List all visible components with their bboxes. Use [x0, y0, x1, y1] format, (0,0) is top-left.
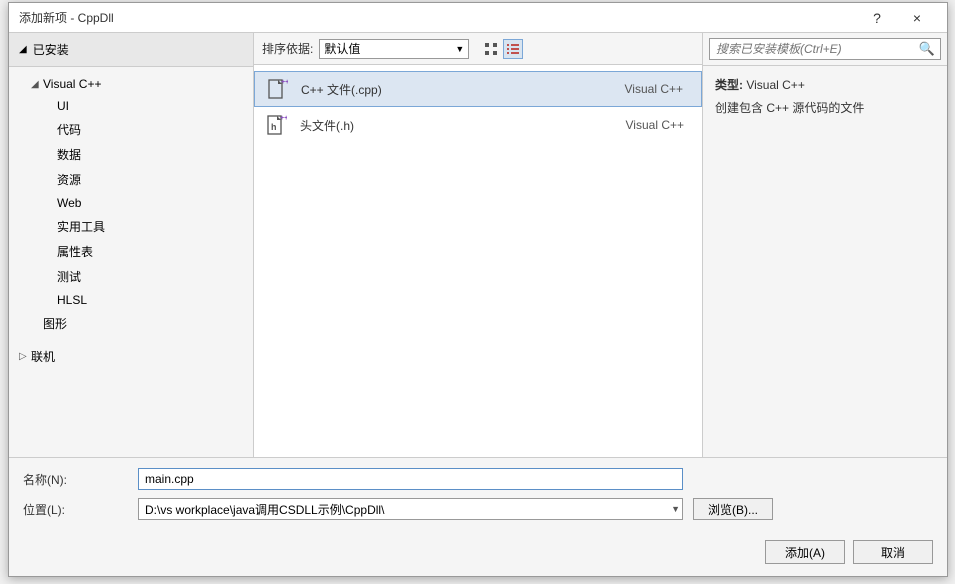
chevron-down-icon: ◢	[31, 79, 43, 90]
tree-item-utilities[interactable]: 实用工具	[9, 214, 253, 239]
info-type-row: 类型: Visual C++	[715, 76, 935, 93]
search-icon[interactable]: 🔍	[919, 41, 935, 57]
tree-item-data[interactable]: 数据	[9, 142, 253, 167]
name-label: 名称(N):	[23, 471, 138, 488]
type-label: 类型:	[715, 78, 743, 92]
tree-item-graphics[interactable]: 图形	[9, 311, 253, 336]
tree-label: 测试	[57, 268, 81, 285]
category-tree: ◢ Visual C++ UI 代码 数据 资源 Web 实用工具 属性表 测试…	[9, 67, 253, 375]
dialog-footer: 添加(A) 取消	[9, 532, 947, 576]
main-area: ◢ 已安装 ◢ Visual C++ UI 代码 数据 资源 Web 实用工具 …	[9, 33, 947, 458]
tree-item-resource[interactable]: 资源	[9, 167, 253, 192]
chevron-down-icon: ◢	[19, 44, 27, 55]
sort-label: 排序依据:	[262, 40, 313, 57]
grid-icon	[484, 42, 498, 56]
dialog-content: ◢ 已安装 ◢ Visual C++ UI 代码 数据 资源 Web 实用工具 …	[9, 33, 947, 576]
view-list-button[interactable]	[503, 39, 523, 59]
svg-text:++: ++	[281, 79, 288, 86]
close-button[interactable]: ×	[897, 3, 937, 33]
chevron-down-icon: ▼	[455, 44, 464, 54]
info-description: 创建包含 C++ 源代码的文件	[715, 99, 935, 116]
tree-label: 资源	[57, 171, 81, 188]
location-label: 位置(L):	[23, 501, 138, 518]
template-list: ++ C++ 文件(.cpp) Visual C++ h++ 头文件(.h) V…	[254, 65, 702, 457]
search-input[interactable]	[709, 38, 941, 60]
svg-text:h: h	[271, 122, 277, 132]
help-button[interactable]: ?	[857, 3, 897, 33]
tree-label: HLSL	[57, 293, 87, 307]
tree-item-ui[interactable]: UI	[9, 95, 253, 117]
location-row: 位置(L): ▼ 浏览(B)...	[23, 498, 933, 520]
svg-text:++: ++	[280, 115, 287, 122]
template-language: Visual C++	[602, 118, 692, 132]
form-area: 名称(N): 位置(L): ▼ 浏览(B)...	[9, 458, 947, 532]
titlebar: 添加新项 - CppDll ? ×	[9, 3, 947, 33]
tree-label: Web	[57, 196, 81, 210]
template-cpp-file[interactable]: ++ C++ 文件(.cpp) Visual C++	[254, 71, 702, 107]
sort-value: 默认值	[324, 40, 360, 57]
tree-label: Visual C++	[43, 77, 101, 91]
template-panel: 排序依据: 默认值 ▼	[254, 33, 702, 457]
installed-header[interactable]: ◢ 已安装	[9, 33, 253, 67]
type-value: Visual C++	[746, 78, 804, 92]
cpp-file-icon: ++	[265, 77, 289, 101]
template-toolbar: 排序依据: 默认值 ▼	[254, 33, 702, 65]
template-info: 类型: Visual C++ 创建包含 C++ 源代码的文件	[703, 66, 947, 132]
tree-label: 联机	[31, 348, 55, 365]
header-file-icon: h++	[264, 113, 288, 137]
tree-label: 数据	[57, 146, 81, 163]
template-name: 头文件(.h)	[300, 117, 602, 134]
template-header-file[interactable]: h++ 头文件(.h) Visual C++	[254, 107, 702, 143]
tree-item-code[interactable]: 代码	[9, 117, 253, 142]
view-medium-icons-button[interactable]	[481, 39, 501, 59]
tree-item-test[interactable]: 测试	[9, 264, 253, 289]
tree-label: 实用工具	[57, 218, 105, 235]
tree-item-prop-sheets[interactable]: 属性表	[9, 239, 253, 264]
template-name: C++ 文件(.cpp)	[301, 81, 601, 98]
add-button[interactable]: 添加(A)	[765, 540, 845, 564]
list-icon	[506, 42, 520, 56]
add-new-item-dialog: 添加新项 - CppDll ? × ◢ 已安装 ◢ Visual C++ UI …	[8, 2, 948, 577]
category-sidebar: ◢ 已安装 ◢ Visual C++ UI 代码 数据 资源 Web 实用工具 …	[9, 33, 254, 457]
tree-label: 属性表	[57, 243, 93, 260]
tree-label: UI	[57, 99, 69, 113]
chevron-right-icon: ▷	[19, 351, 31, 362]
tree-item-web[interactable]: Web	[9, 192, 253, 214]
dialog-title: 添加新项 - CppDll	[19, 9, 857, 26]
tree-label: 图形	[43, 315, 67, 332]
tree-label: 代码	[57, 121, 81, 138]
cancel-button[interactable]: 取消	[853, 540, 933, 564]
template-language: Visual C++	[601, 82, 691, 96]
installed-label: 已安装	[33, 41, 69, 58]
details-panel: 🔍 类型: Visual C++ 创建包含 C++ 源代码的文件	[702, 33, 947, 457]
tree-item-visual-cpp[interactable]: ◢ Visual C++	[9, 73, 253, 95]
name-input[interactable]	[138, 468, 683, 490]
search-bar: 🔍	[703, 33, 947, 66]
chevron-down-icon[interactable]: ▼	[671, 504, 680, 514]
view-buttons	[481, 39, 523, 59]
browse-button[interactable]: 浏览(B)...	[693, 498, 773, 520]
name-row: 名称(N):	[23, 468, 933, 490]
tree-item-hlsl[interactable]: HLSL	[9, 289, 253, 311]
sort-dropdown[interactable]: 默认值 ▼	[319, 39, 469, 59]
location-input[interactable]	[138, 498, 683, 520]
tree-item-online[interactable]: ▷ 联机	[9, 344, 253, 369]
